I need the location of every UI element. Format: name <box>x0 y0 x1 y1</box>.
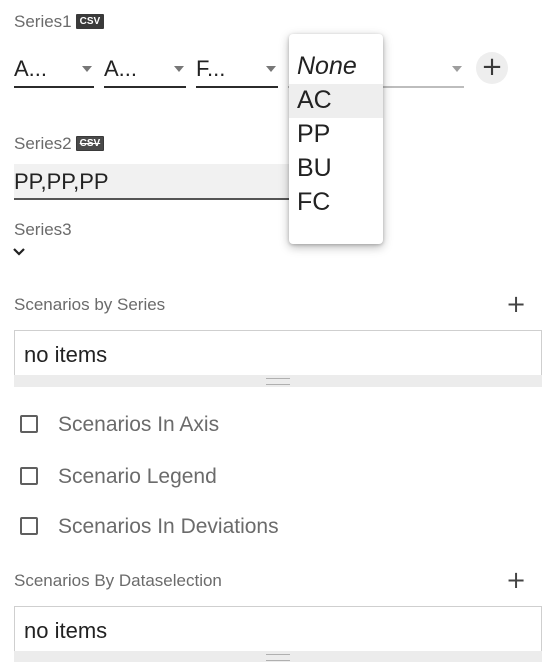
scenarios-by-dataselection-empty-text: no items <box>24 618 108 643</box>
series1-select-1[interactable]: A... <box>14 52 94 88</box>
series2-input-value: PP,PP,PP <box>14 169 109 194</box>
scenarios-in-axis-checkbox[interactable] <box>20 415 38 433</box>
scenarios-in-deviations-checkbox[interactable] <box>20 517 38 535</box>
caret-down-icon <box>82 66 92 72</box>
chevron-down-icon[interactable] <box>12 245 26 259</box>
caret-down-icon <box>174 66 184 72</box>
series3-label: Series3 <box>14 220 72 239</box>
scenarios-by-dataselection-resize-handle[interactable] <box>14 651 542 662</box>
scenarios-in-axis-label: Scenarios In Axis <box>58 413 220 436</box>
caret-down-icon <box>452 66 462 72</box>
dropdown-option-ac-label: AC <box>297 86 332 114</box>
series1-select-2-value: A... <box>104 56 138 81</box>
series1-dropdown-menu: None AC PP BU FC <box>289 34 383 244</box>
grip-icon <box>266 654 290 661</box>
series2-label-text: Series2 <box>14 134 72 153</box>
series1-add-button[interactable]: + <box>476 52 508 84</box>
series2-input[interactable]: PP,PP,PP <box>14 164 292 200</box>
scenarios-by-series-empty-text: no items <box>24 342 108 367</box>
series1-select-1-value: A... <box>14 56 48 81</box>
scenarios-by-dataselection-add-button[interactable]: + <box>506 566 526 594</box>
grip-icon <box>266 378 290 385</box>
series1-select-3-value: F... <box>196 56 226 81</box>
dropdown-option-none-label: None <box>297 52 357 80</box>
scenarios-by-series-resize-handle[interactable] <box>14 375 542 387</box>
dropdown-option-bu[interactable]: BU <box>289 152 383 186</box>
dropdown-option-pp-label: PP <box>297 120 331 148</box>
dropdown-option-pp[interactable]: PP <box>289 118 383 152</box>
dropdown-option-fc-label: FC <box>297 188 331 216</box>
series1-csv-badge[interactable]: CSV <box>75 14 105 29</box>
scenario-legend-checkbox[interactable] <box>20 467 38 485</box>
scenarios-in-deviations-label: Scenarios In Deviations <box>58 515 279 538</box>
scenarios-by-dataselection-list[interactable]: no items <box>14 606 542 651</box>
series2-csv-badge[interactable]: CSV <box>75 136 105 151</box>
scenario-legend-label: Scenario Legend <box>58 465 217 488</box>
scenarios-by-dataselection-label: Scenarios By Dataselection <box>14 571 222 590</box>
scenarios-by-series-add-button[interactable]: + <box>506 290 526 318</box>
dropdown-option-ac[interactable]: AC <box>289 84 383 118</box>
series1-label: Series1 CSV <box>14 12 105 32</box>
scenarios-by-series-label: Scenarios by Series <box>14 295 166 314</box>
scenarios-by-series-list[interactable]: no items <box>14 330 542 375</box>
dropdown-option-fc[interactable]: FC <box>289 186 383 220</box>
series1-select-2[interactable]: A... <box>104 52 186 88</box>
series1-select-3[interactable]: F... <box>196 52 278 88</box>
dropdown-option-bu-label: BU <box>297 154 332 182</box>
caret-down-icon <box>266 66 276 72</box>
series2-label: Series2 CSV <box>14 134 105 154</box>
dropdown-option-none[interactable]: None <box>289 50 383 84</box>
series1-label-text: Series1 <box>14 12 72 31</box>
